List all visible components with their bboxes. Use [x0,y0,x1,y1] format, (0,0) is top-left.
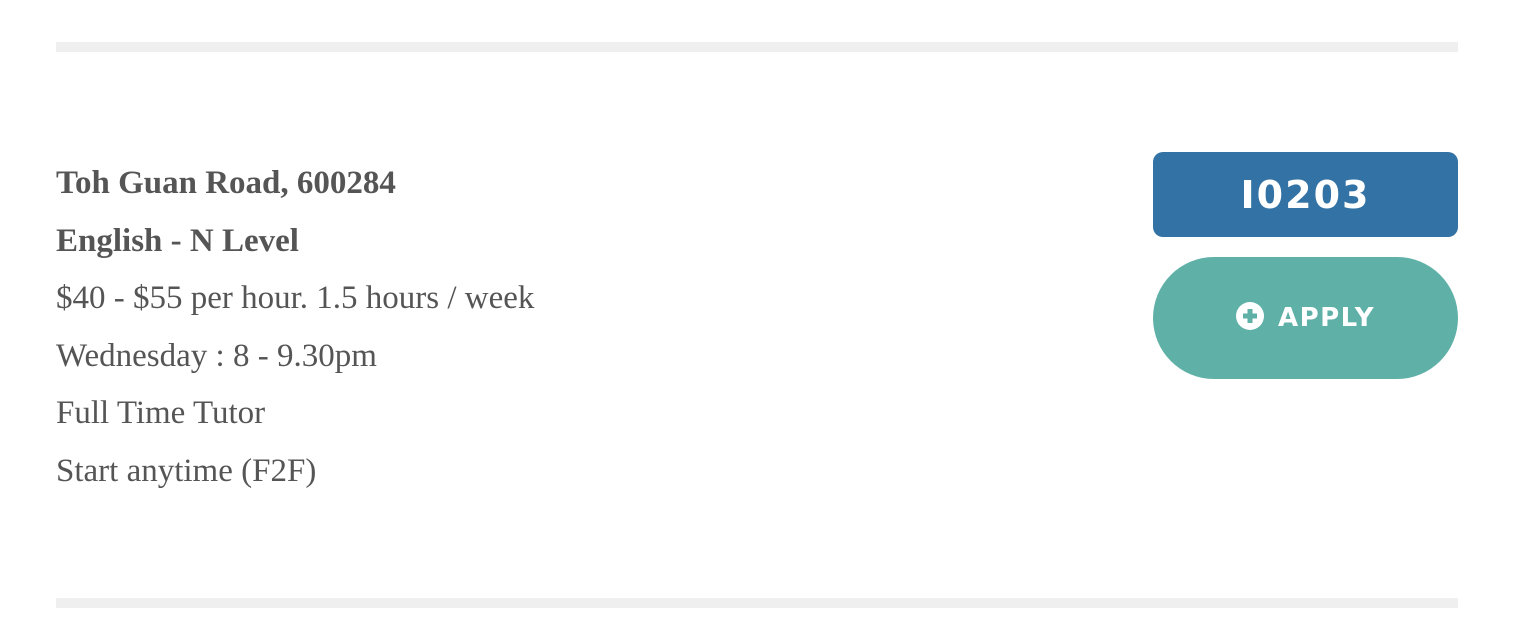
listing-details: Toh Guan Road, 600284 English - N Level … [56,155,956,500]
top-divider [56,42,1458,52]
listing-start: Start anytime (F2F) [56,452,317,489]
apply-button[interactable]: APPLY [1153,257,1458,379]
listing-subject: English - N Level [56,222,299,259]
apply-button-label: APPLY [1277,303,1376,333]
listing-schedule: Wednesday : 8 - 9.30pm [56,337,377,374]
listing-tutor-type: Full Time Tutor [56,395,266,431]
job-id-badge: I0203 [1153,152,1458,237]
listing-rate: $40 - $55 per hour. 1.5 hours / week [56,280,535,316]
plus-circle-icon [1235,302,1264,330]
listing-location: Toh Guan Road, 600284 [56,165,396,201]
bottom-divider [56,598,1458,608]
